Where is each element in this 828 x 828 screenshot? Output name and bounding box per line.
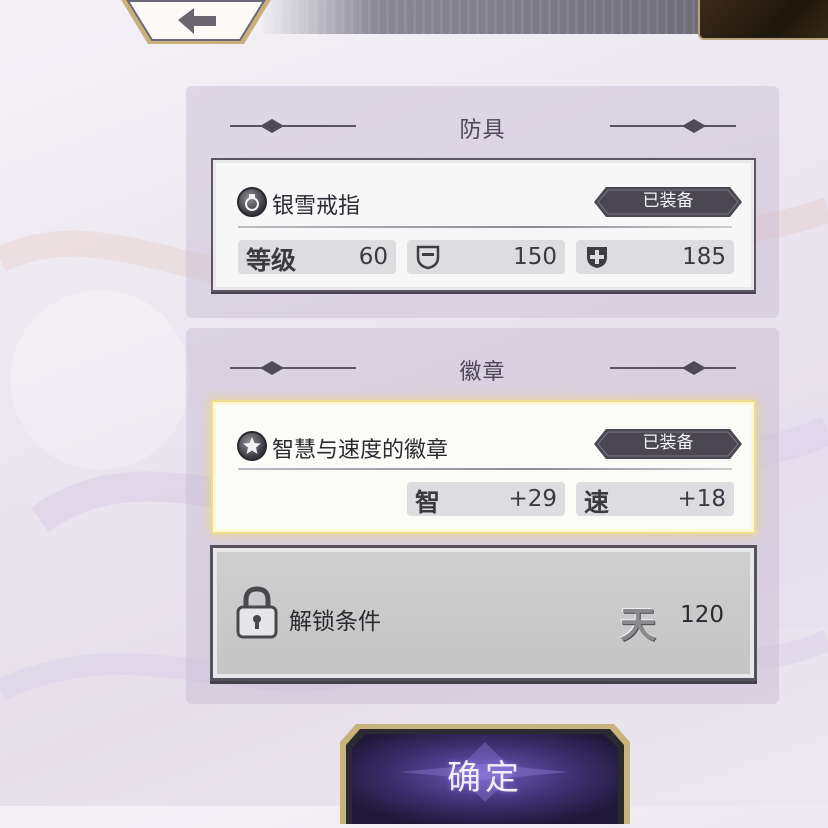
ring-icon [237, 187, 267, 217]
equipped-label: 已装备 [642, 433, 694, 453]
back-button[interactable] [118, 0, 274, 48]
requirement-glyph: 天 [620, 605, 657, 646]
requirement-value: 120 [680, 602, 724, 628]
confirm-label: 确定 [447, 758, 523, 798]
shield-cross-icon [587, 247, 607, 268]
stat-level: 等级 60 [238, 240, 396, 275]
stat-intelligence-value: +29 [508, 486, 557, 512]
stat-level-label: 等级 [246, 246, 297, 275]
stat-level-value: 60 [358, 244, 388, 270]
stat-defense-value: 150 [513, 244, 557, 270]
locked-badge-slot[interactable]: 解锁条件 天 120 [213, 548, 754, 678]
card-divider [238, 226, 732, 228]
stat-speed-label: 速 [584, 488, 610, 517]
card-divider [238, 468, 732, 470]
stat-intelligence: 智 +29 [407, 482, 565, 517]
armor-item-name: 银雪戒指 [272, 194, 361, 219]
top-right-ornament [698, 0, 828, 40]
equipped-badge: 已装备 [594, 429, 742, 459]
stat-intelligence-label: 智 [415, 488, 441, 517]
confirm-button[interactable]: 确定 [340, 724, 630, 824]
stat-speed-value: +18 [677, 486, 726, 512]
equipped-label: 已装备 [642, 191, 694, 211]
stat-resistance-value: 185 [682, 244, 726, 270]
title-flourish-right [610, 361, 736, 375]
stat-resistance: 185 [576, 240, 734, 274]
star-badge-icon [237, 431, 267, 461]
shield-outline-icon [416, 245, 440, 270]
unlock-condition-label: 解锁条件 [289, 609, 381, 635]
lock-icon [236, 586, 278, 639]
badge-item-card[interactable]: 智慧与速度的徽章 已装备 智 +29 速 +18 [213, 402, 754, 532]
stat-speed: 速 +18 [576, 482, 734, 517]
equipped-badge: 已装备 [594, 187, 742, 217]
badge-item-name: 智慧与速度的徽章 [272, 438, 449, 463]
title-flourish-right [610, 119, 736, 133]
top-bar-pattern [260, 0, 720, 34]
armor-item-card[interactable]: 银雪戒指 已装备 等级 60 150 185 [213, 160, 754, 290]
stat-defense: 150 [407, 240, 565, 274]
top-bar [0, 0, 828, 44]
